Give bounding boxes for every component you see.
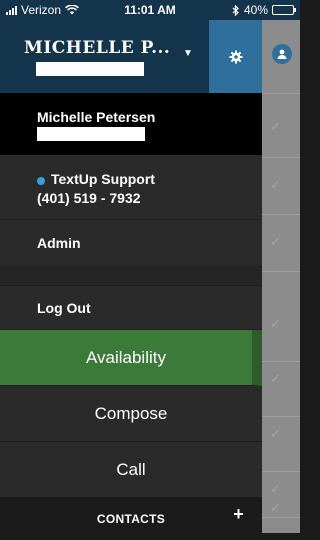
wifi-icon [65,5,79,15]
status-bar: Verizon 11:01 AM 40% [0,0,300,20]
bluetooth-icon [232,4,239,16]
section-divider [0,267,262,286]
logout-item[interactable]: Log Out [0,286,262,330]
drawer-header: MICHELLE P... ▼ [0,20,262,93]
contacts-section-header: CONTACTS + [0,498,262,540]
redacted-block [37,127,145,141]
cell-signal-icon [6,5,17,15]
contacts-label: CONTACTS [96,512,166,526]
background-content[interactable]: ✓ ✓ ✓ ✓ ✓ ✓ ✓ ✓ [262,20,300,533]
call-button[interactable]: Call [0,442,262,498]
redacted-block [36,62,144,76]
check-icon: ✓ [270,500,281,515]
chevron-down-icon[interactable]: ▼ [183,48,193,59]
user-name: Michelle Petersen [37,109,156,125]
navigation-drawer: Michelle Petersen TextUp Support (401) 5… [0,93,262,540]
team-phone: (401) 519 - 7932 [37,190,141,206]
status-right: 40% [232,3,296,17]
battery-percent: 40% [243,3,268,17]
account-name[interactable]: MICHELLE P... [24,38,170,58]
add-contact-icon[interactable]: + [233,504,244,525]
availability-button[interactable]: Availability [0,330,262,386]
compose-button[interactable]: Compose [0,386,262,442]
team-name: TextUp Support [51,171,155,187]
check-icon: ✓ [270,481,281,496]
admin-label: Admin [37,235,81,251]
check-icon: ✓ [270,316,281,331]
check-icon: ✓ [270,371,281,386]
gear-icon [229,50,242,63]
check-icon: ✓ [270,234,281,249]
team-item[interactable]: TextUp Support (401) 519 - 7932 [0,155,262,220]
status-dot-icon [37,177,45,185]
check-icon: ✓ [270,119,281,134]
user-avatar-icon[interactable] [272,44,292,64]
admin-item[interactable]: Admin [0,220,262,267]
logout-label: Log Out [37,300,91,316]
carrier-label: Verizon [21,3,62,17]
user-account-item[interactable]: Michelle Petersen [0,93,262,155]
status-left: Verizon [6,3,79,17]
check-icon: ✓ [270,426,281,441]
check-icon: ✓ [270,177,281,192]
battery-icon [272,5,296,15]
settings-button[interactable] [209,20,262,93]
